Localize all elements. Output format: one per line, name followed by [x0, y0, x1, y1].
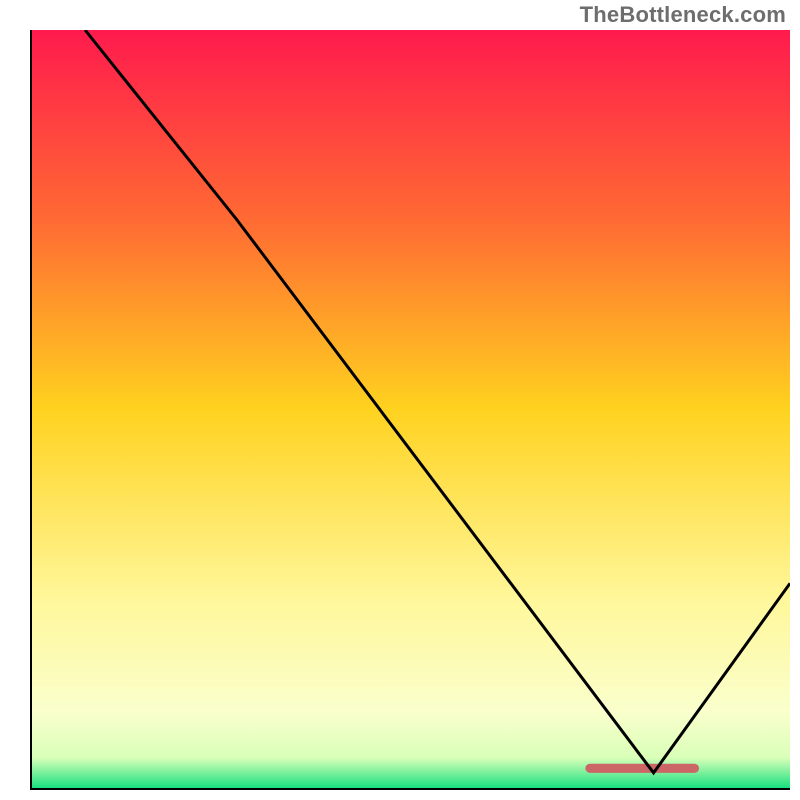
chart-root: TheBottleneck.com — [0, 0, 800, 800]
optimal-range-marker — [585, 764, 699, 773]
chart-svg — [32, 30, 790, 788]
plot-area — [30, 30, 790, 790]
gradient-background — [32, 30, 790, 788]
watermark-text: TheBottleneck.com — [580, 2, 786, 28]
